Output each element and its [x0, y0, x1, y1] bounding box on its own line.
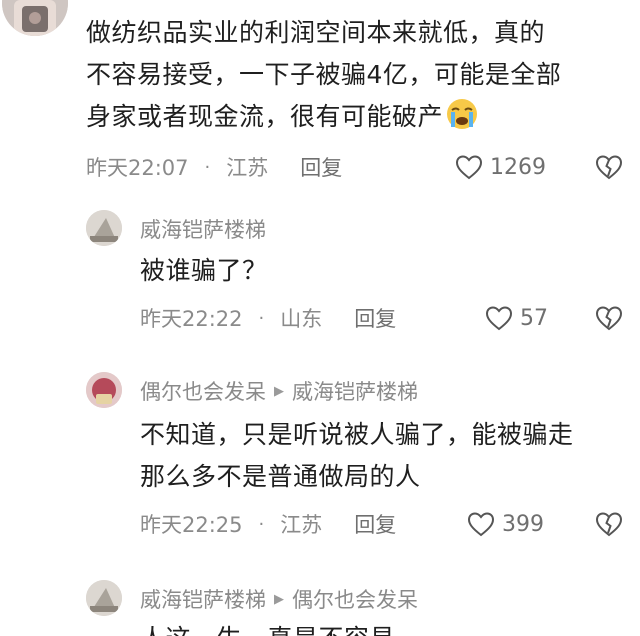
comment-line: 不知道，只是听说被人骗了，能被骗走 [140, 420, 574, 449]
location: 江苏 [280, 513, 323, 537]
avatar[interactable] [86, 580, 122, 616]
heart-icon [455, 155, 483, 180]
reply-to-username[interactable]: 偶尔也会发呆 [292, 584, 418, 614]
broken-heart-icon [595, 306, 623, 331]
avatar[interactable] [2, 0, 68, 36]
dislike-button[interactable] [594, 303, 624, 333]
heart-icon [467, 512, 495, 537]
separator: · [258, 513, 265, 535]
comment-body: 做纺织品实业的利润空间本来就低，真的 不容易接受，一下子被骗4亿，可能是全部 身… [86, 12, 636, 138]
like-count: 57 [520, 305, 548, 331]
reply-button[interactable]: 回复 [354, 509, 396, 539]
reply-header: 威海铠萨楼梯 [140, 214, 266, 244]
timestamp: 昨天22:25 [140, 513, 243, 537]
avatar[interactable] [86, 372, 122, 408]
username[interactable]: 偶尔也会发呆 [140, 376, 266, 406]
comment-line: 不容易接受，一下子被骗4亿，可能是全部 [86, 60, 562, 89]
reply-meta: 昨天22:25 · 江苏 回复 [140, 509, 396, 539]
reply-header: 偶尔也会发呆 ▶ 威海铠萨楼梯 [140, 376, 418, 406]
reply-to-username[interactable]: 威海铠萨楼梯 [292, 376, 418, 406]
avatar-image [86, 210, 122, 246]
reply-meta: 昨天22:22 · 山东 回复 [140, 303, 396, 333]
comment-line: 被谁骗了？ [140, 256, 268, 285]
username[interactable]: 威海铠萨楼梯 [140, 214, 266, 244]
comment-line: 身家或者现金流，很有可能破产 [86, 96, 636, 138]
avatar-image [86, 372, 122, 408]
reply-body: 人这一生，真是不容易 [140, 618, 636, 636]
like-button[interactable]: 1269 [454, 152, 546, 182]
like-button[interactable]: 399 [466, 509, 544, 539]
location: 山东 [280, 307, 323, 331]
reply-button[interactable]: 回复 [354, 303, 396, 333]
broken-heart-icon [595, 155, 623, 180]
reply-button[interactable]: 回复 [300, 152, 342, 182]
reply-header: 威海铠萨楼梯 ▶ 偶尔也会发呆 [140, 584, 418, 614]
comment-meta: 昨天22:07 · 江苏 回复 [86, 152, 342, 182]
comment-line: 做纺织品实业的利润空间本来就低，真的 [86, 18, 546, 47]
dislike-button[interactable] [594, 152, 624, 182]
avatar[interactable] [86, 210, 122, 246]
location: 江苏 [226, 156, 269, 180]
reply-to-arrow-icon: ▶ [274, 591, 284, 607]
reply-to-arrow-icon: ▶ [274, 383, 284, 399]
like-count: 1269 [490, 154, 546, 180]
reply-body: 被谁骗了？ [140, 250, 636, 292]
timestamp: 昨天22:22 [140, 307, 243, 331]
broken-heart-icon [595, 512, 623, 537]
dislike-button[interactable] [594, 509, 624, 539]
comment-line: 人这一生，真是不容易 [140, 618, 636, 636]
avatar-image [2, 0, 68, 36]
like-count: 399 [502, 511, 544, 537]
username[interactable]: 威海铠萨楼梯 [140, 584, 266, 614]
separator: · [204, 156, 211, 178]
avatar-image [86, 580, 122, 616]
crying-face-emoji [447, 99, 478, 129]
heart-icon [485, 306, 513, 331]
comment-line: 那么多不是普通做局的人 [140, 462, 421, 491]
like-button[interactable]: 57 [484, 303, 548, 333]
timestamp: 昨天22:07 [86, 156, 189, 180]
comment-thread: 做纺织品实业的利润空间本来就低，真的 不容易接受，一下子被骗4亿，可能是全部 身… [0, 0, 640, 636]
separator: · [258, 307, 265, 329]
reply-body: 不知道，只是听说被人骗了，能被骗走 那么多不是普通做局的人 [140, 414, 636, 498]
